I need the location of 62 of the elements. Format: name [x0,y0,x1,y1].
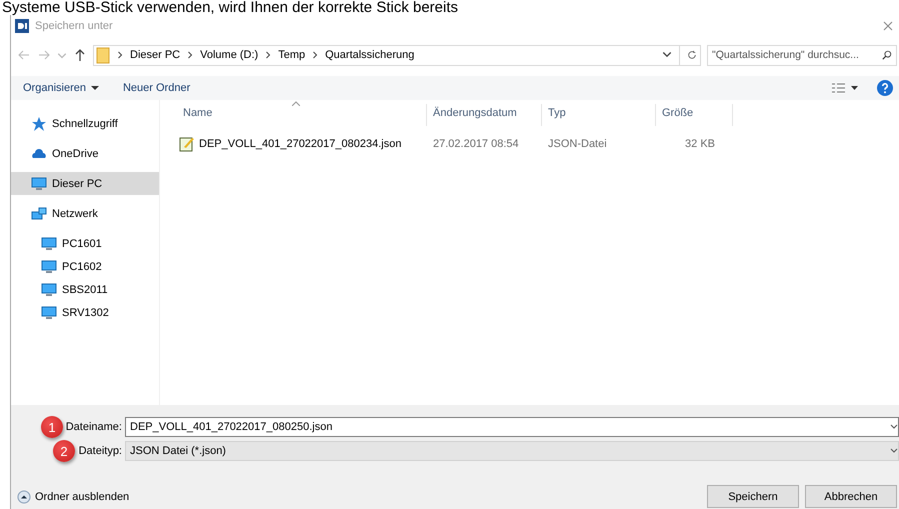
table-cell-text: JSON-Datei [547,138,608,150]
field-label: Dateityp: [78,445,122,457]
background-text: Systeme USB-Stick verwenden, wird Ihnen der korrekte Stick bereits [1,0,458,15]
dropdown-caret-icon [890,447,898,455]
chevron-icon [117,51,123,59]
column-header[interactable]: Änderungsdatum [427,104,542,126]
sidebar-item[interactable]: Netzwerk [11,202,159,225]
monitor-icon [41,236,57,252]
filetype-dropdown[interactable]: JSON Datei (*.json) [125,441,899,461]
network-icon [31,206,47,222]
number-badge: 1 [41,416,63,438]
table-cell-text: 32 KB [684,138,716,150]
monitor-icon [41,282,57,298]
up-arrow-icon[interactable] [73,48,87,62]
hide-folders-button[interactable]: Ordner ausblenden [15,488,132,506]
file-row[interactable]: DEP_VOLL_401_27022017_080234.json 27.02.2017 08:54 JSON-Datei 32 KB [177,133,899,155]
folder-icon [96,46,110,64]
new-folder-button[interactable]: Neuer Ordner [118,80,194,96]
filename-field[interactable]: DEP_VOLL_401_27022017_080250.json [125,417,899,437]
chevron-icon [265,51,272,59]
breadcrumb-item[interactable]: Dieser PC [130,49,180,61]
view-options-icon[interactable] [831,82,861,94]
breadcrumb-item[interactable]: Temp [278,49,306,61]
breadcrumb-item[interactable]: Volume (D:) [200,49,258,61]
sidebar-item[interactable]: Schnellzugriff [11,112,159,135]
address-bar[interactable]: Dieser PC Volume (D:) Temp Quartalssicherung [93,44,701,66]
file-name: DEP_VOLL_401_27022017_080234.json [199,138,402,150]
breadcrumb-item[interactable]: Quartalssicherung [325,49,414,61]
caret-icon [90,84,99,92]
field-label: Dateiname: [66,421,122,433]
help-icon[interactable] [877,80,893,96]
sidebar-item[interactable]: PC1602 [11,255,159,278]
star-icon [31,116,47,132]
monitor-icon [41,304,57,320]
chevron-icon [187,51,194,59]
column-header[interactable]: Typ [542,104,656,126]
app-icon [15,19,29,33]
monitor-icon [31,176,47,192]
table-cell-text: 27.02.2017 08:54 [432,138,520,150]
collapse-icon [17,490,31,504]
monitor-icon [41,258,57,274]
organize-menu[interactable]: Organisieren [19,80,103,96]
sort-caret-icon [292,101,300,106]
window-title: Speichern unter [35,20,113,32]
close-icon [883,21,893,31]
sidebar-item[interactable]: SRV1302 [11,301,159,324]
chevron-icon [312,51,318,59]
refresh-icon[interactable] [687,50,697,60]
number-badge: 2 [53,440,75,462]
sidebar-item[interactable]: OneDrive [11,142,159,165]
search-field[interactable]: "Quartalssicherung" durchsuc... [707,44,897,66]
file-icon [179,136,195,152]
column-header[interactable]: Größe [656,104,733,126]
save-button[interactable]: Speichern [707,485,799,508]
sidebar-item[interactable]: SBS2011 [11,278,159,301]
search-icon [882,50,892,60]
sidebar-item[interactable]: PC1601 [11,232,159,255]
column-header[interactable]: Name [177,104,427,126]
cancel-button[interactable]: Abbrechen [805,485,897,508]
dropdown-caret-icon [890,423,898,431]
sidebar-item[interactable]: Dieser PC [11,172,159,195]
dropdown-caret-icon[interactable] [662,50,672,60]
